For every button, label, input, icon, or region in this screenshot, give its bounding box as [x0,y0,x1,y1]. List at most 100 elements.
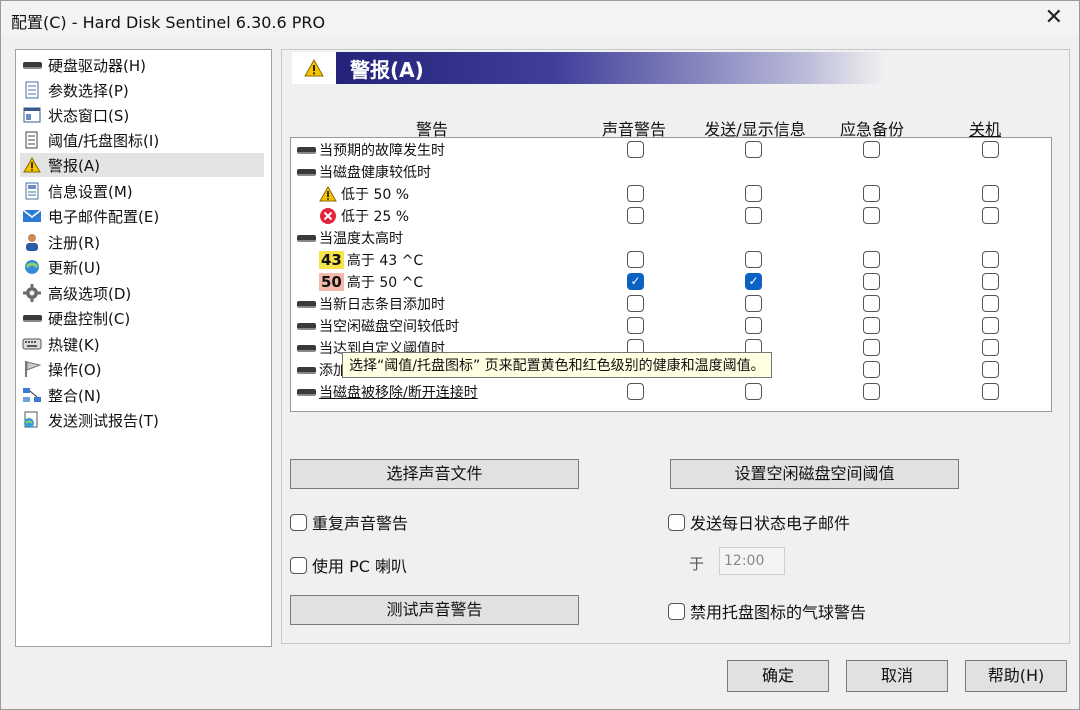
sidebar-item-advanced[interactable]: 高级选项(D) [20,281,264,305]
sidebar-item-threshold[interactable]: 阈值/托盘图标(I) [20,128,264,152]
sidebar-item-email[interactable]: 电子邮件配置(E) [20,204,264,228]
sidebar-item-preferences[interactable]: 参数选择(P) [20,78,264,102]
select-sound-file-button[interactable]: 选择声音文件 [290,459,579,489]
checkbox-label: 禁用托盘图标的气球警告 [690,603,867,622]
row-label: 低于 25 % [341,209,410,225]
sidebar-item-info-settings[interactable]: 信息设置(M) [20,179,264,203]
checkbox-shutdown[interactable] [982,207,999,224]
checkbox-shutdown[interactable] [982,317,999,334]
checkbox-backup[interactable] [863,317,880,334]
close-icon[interactable]: ✕ [1045,5,1063,30]
drive-icon [20,55,44,75]
test-sound-alert-button[interactable]: 测试声音警告 [290,595,579,625]
send-report-icon [20,410,44,430]
use-pc-speaker-checkbox[interactable]: 使用 PC 喇叭 [290,553,407,577]
integration-icon [20,385,44,405]
checkbox-message[interactable] [745,185,762,202]
sidebar-item-update[interactable]: 更新(U) [20,255,264,279]
row-label: 当预期的故障发生时 [319,143,445,159]
help-button[interactable]: 帮助(H) [965,660,1067,692]
window-title: 配置(C) - Hard Disk Sentinel 6.30.6 PRO [11,13,326,32]
table-row: 当磁盘被移除/断开连接时 [297,381,1037,403]
checkbox[interactable] [668,602,685,620]
sidebar-item-register[interactable]: 注册(R) [20,230,264,254]
checkbox-shutdown[interactable] [982,361,999,378]
sidebar-item-label: 更新(U) [48,258,101,277]
row-label: 当温度太高时 [319,231,403,247]
sidebar: 硬盘驱动器(H) 参数选择(P) 状态窗口(S) 阈值/托盘图标(I) 警报(A… [15,49,272,647]
alerts-panel: 警报(A) 警告 声音警告 发送/显示信息 应急备份 关机 当预期的故障发生时 … [281,49,1070,644]
checkbox-shutdown[interactable] [982,339,999,356]
drive-icon [297,300,317,308]
repeat-sound-checkbox[interactable]: 重复声音警告 [290,510,408,534]
checkbox-sound[interactable] [627,383,644,400]
warning-icon [292,52,336,84]
sidebar-item-disk-control[interactable]: 硬盘控制(C) [20,306,264,330]
checkbox-shutdown[interactable] [982,251,999,268]
checkbox-backup[interactable] [863,207,880,224]
checkbox-message[interactable] [745,207,762,224]
checkbox[interactable] [290,513,307,531]
checkbox-backup[interactable] [863,185,880,202]
checkbox-shutdown[interactable] [982,185,999,202]
checkbox-backup[interactable] [863,361,880,378]
warning-icon [20,155,44,175]
checkbox-sound[interactable] [627,317,644,334]
disable-balloon-checkbox[interactable]: 禁用托盘图标的气球警告 [668,599,866,623]
checkbox-message[interactable] [745,141,762,158]
checkbox-shutdown[interactable] [982,141,999,158]
checkbox-backup[interactable] [863,273,880,290]
table-row: 当新日志条目添加时 [297,293,1037,315]
sidebar-item-drives[interactable]: 硬盘驱动器(H) [20,53,264,77]
checkbox[interactable] [668,513,685,531]
sidebar-item-send-report[interactable]: 发送测试报告(T) [20,408,264,432]
table-row: 当空闲磁盘空间较低时 [297,315,1037,337]
temp-badge-43: 43 [319,251,344,269]
checkbox-backup[interactable] [863,141,880,158]
checkbox-message[interactable] [745,251,762,268]
sidebar-item-label: 热键(K) [48,335,100,354]
checkbox-sound[interactable] [627,207,644,224]
table-row: 当预期的故障发生时 [297,139,1037,161]
error-icon [319,207,339,225]
checkbox-backup[interactable] [863,251,880,268]
sidebar-item-status-window[interactable]: 状态窗口(S) [20,103,264,127]
info-settings-icon [20,181,44,201]
checkbox-message[interactable] [745,383,762,400]
checkbox-shutdown[interactable] [982,295,999,312]
checkbox-message[interactable] [745,295,762,312]
checkbox-sound[interactable] [627,185,644,202]
sidebar-item-alerts[interactable]: 警报(A) [20,153,264,177]
checkbox-shutdown[interactable] [982,273,999,290]
sidebar-item-label: 发送测试报告(T) [48,411,159,430]
sidebar-item-label: 高级选项(D) [48,284,132,303]
checkbox-message[interactable] [745,317,762,334]
checkbox-message[interactable]: ✓ [745,273,762,290]
advanced-icon [20,283,44,303]
set-free-space-threshold-button[interactable]: 设置空闲磁盘空间阈值 [670,459,959,489]
checkbox-sound[interactable]: ✓ [627,273,644,290]
checkbox-backup[interactable] [863,295,880,312]
checkbox-backup[interactable] [863,339,880,356]
table-row: 低于 25 % [297,205,1037,227]
row-label: 当新日志条目添加时 [319,297,445,313]
table-row: 低于 50 % [297,183,1037,205]
checkbox-sound[interactable] [627,141,644,158]
ok-button[interactable]: 确定 [727,660,829,692]
actions-icon [20,359,44,379]
tooltip: 选择“阈值/托盘图标” 页来配置黄色和红色级别的健康和温度阈值。 [342,352,772,378]
cancel-button[interactable]: 取消 [846,660,948,692]
send-daily-email-checkbox[interactable]: 发送每日状态电子邮件 [668,510,850,534]
sidebar-item-hotkeys[interactable]: 热键(K) [20,332,264,356]
daily-email-time-field[interactable]: 12:00 [719,547,785,575]
sidebar-item-integration[interactable]: 整合(N) [20,383,264,407]
table-row: 当磁盘健康较低时 [297,161,1037,183]
checkbox[interactable] [290,556,307,574]
checkbox-backup[interactable] [863,383,880,400]
checkbox-sound[interactable] [627,251,644,268]
sidebar-item-actions[interactable]: 操作(O) [20,357,264,381]
checkbox-shutdown[interactable] [982,383,999,400]
checkbox-sound[interactable] [627,295,644,312]
checkbox-label: 发送每日状态电子邮件 [690,514,851,533]
sidebar-item-label: 警报(A) [48,156,100,175]
